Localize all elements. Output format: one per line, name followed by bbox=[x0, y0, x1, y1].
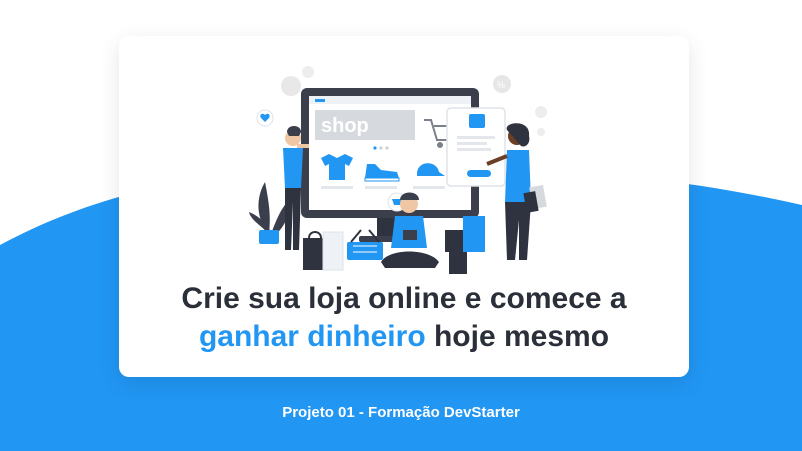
footer-caption: Projeto 01 - Formação DevStarter bbox=[282, 404, 520, 421]
coin-icon bbox=[302, 66, 314, 78]
hero-card: % shop Crie sua loja online e comece a g… bbox=[119, 36, 689, 377]
headline-rest: hoje mesmo bbox=[425, 320, 610, 353]
headline: Crie sua loja online e comece a ganhar d… bbox=[119, 280, 689, 356]
online-shop-illustration: % shop bbox=[249, 66, 547, 274]
svg-text:shop: shop bbox=[321, 115, 369, 137]
headline-highlight: ganhar dinheiro bbox=[198, 320, 426, 353]
shopping-bag-icon bbox=[445, 216, 485, 274]
coin-icon bbox=[281, 76, 301, 96]
headline-line-1: Crie sua loja online e comece a bbox=[181, 282, 627, 315]
shopping-bag-icon bbox=[303, 231, 344, 271]
product-popup bbox=[446, 107, 506, 187]
headline-line-2: ganhar dinheiro hoje mesmo bbox=[119, 318, 689, 356]
shopping-cart-icon bbox=[469, 114, 485, 128]
svg-text:%: % bbox=[497, 80, 505, 90]
